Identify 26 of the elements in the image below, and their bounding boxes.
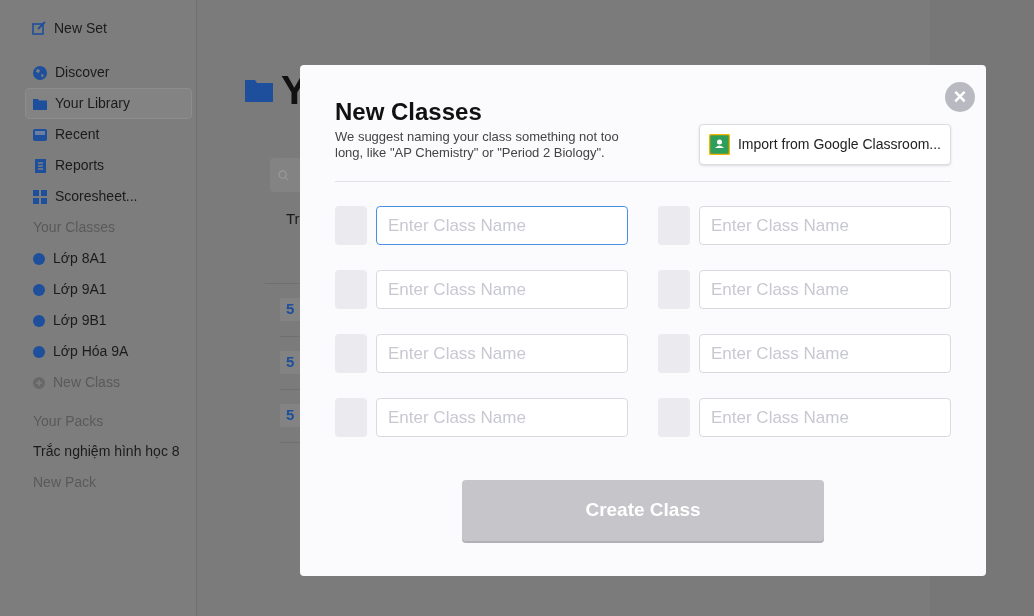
classroom-icon xyxy=(708,134,730,155)
pack-item[interactable]: Trắc nghiệm hình học 8 xyxy=(25,436,192,467)
nav-item[interactable]: Reports xyxy=(25,150,192,181)
dialog-description: We suggest naming your class something not too long, like "AP Chemistry" or "Period 2 Biology". xyxy=(335,129,620,161)
dialog-title: New Classes xyxy=(335,97,483,127)
edit-icon xyxy=(32,21,46,35)
class-item[interactable]: Lớp 9B1 xyxy=(25,305,192,336)
folder-icon xyxy=(33,97,47,110)
count-badge: 5 xyxy=(280,404,301,427)
class-item[interactable]: Lớp Hóa 9A xyxy=(25,336,192,367)
count-badge: 5 xyxy=(280,351,301,374)
folder-icon xyxy=(245,78,273,102)
document-icon xyxy=(34,158,46,173)
class-item[interactable]: Lớp 9A1 xyxy=(25,274,192,305)
globe-icon xyxy=(33,65,47,80)
nav-item[interactable]: Your Library xyxy=(25,88,192,119)
grid-icon xyxy=(33,189,47,204)
new-set-link[interactable]: New Set xyxy=(25,16,192,40)
nav-item[interactable]: Scoresheet... xyxy=(25,181,192,212)
column-header: Tr xyxy=(286,209,300,229)
nav-item[interactable]: Discover xyxy=(25,57,192,88)
nav-item[interactable]: Recent xyxy=(25,119,192,150)
inbox-icon xyxy=(33,128,47,141)
import-button[interactable]: Import from Google Classroom... xyxy=(698,124,951,165)
class-item[interactable]: Lớp 8A1 xyxy=(25,243,192,274)
count-badge: 5 xyxy=(280,298,301,321)
